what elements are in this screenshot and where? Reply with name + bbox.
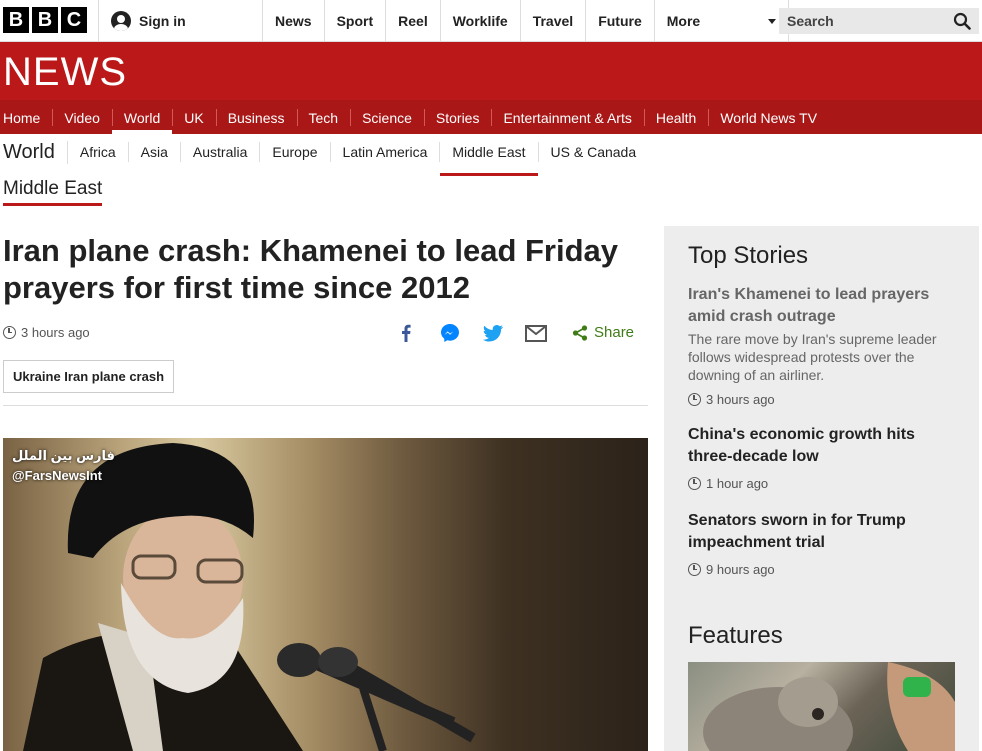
main-nav-science[interactable]: Science <box>350 101 424 134</box>
facebook-icon[interactable] <box>395 322 417 344</box>
section-nav-europe[interactable]: Europe <box>260 142 331 162</box>
story-time: 1 hour ago <box>706 476 769 491</box>
main-nav-stories[interactable]: Stories <box>423 101 492 134</box>
user-icon <box>111 11 131 31</box>
sidebar: Top Stories Iran's Khamenei to lead pray… <box>664 226 979 751</box>
news-banner: NEWS Home Video World UK Business Tech S… <box>0 42 982 134</box>
main-nav-business[interactable]: Business <box>215 101 297 134</box>
feature-image-illustration <box>703 662 955 751</box>
main-nav-tech[interactable]: Tech <box>296 101 351 134</box>
story-title[interactable]: Senators sworn in for Trump impeachment … <box>688 510 956 554</box>
story-time: 3 hours ago <box>706 392 775 407</box>
email-icon[interactable] <box>525 322 547 344</box>
story-summary: The rare move by Iran's supreme leader f… <box>688 331 937 383</box>
section-nav-middle-east[interactable]: Middle East <box>440 142 539 176</box>
section-label[interactable]: World <box>0 140 68 164</box>
main-nav-entertainment-arts[interactable]: Entertainment & Arts <box>491 101 643 134</box>
clock-icon <box>3 326 16 339</box>
top-nav-more[interactable]: More <box>653 0 789 42</box>
section-nav-latin-america[interactable]: Latin America <box>331 142 441 162</box>
story-timestamp: 1 hour ago <box>688 476 956 491</box>
top-nav: News Sport Reel Worklife Travel Future M… <box>262 0 789 42</box>
main-nav-world[interactable]: World <box>111 101 173 134</box>
section-nav-us-canada[interactable]: US & Canada <box>539 142 649 162</box>
top-nav-reel[interactable]: Reel <box>385 0 440 42</box>
search-placeholder: Search <box>787 13 834 29</box>
share-bar <box>395 322 547 344</box>
story-timestamp: 9 hours ago <box>688 562 956 577</box>
article-time: 3 hours ago <box>21 325 90 340</box>
top-story-item[interactable]: Senators sworn in for Trump impeachment … <box>688 510 956 577</box>
search-icon[interactable] <box>953 12 971 30</box>
top-story-item[interactable]: China's economic growth hits three-decad… <box>688 424 956 491</box>
clock-icon <box>688 563 701 576</box>
section-nav-asia[interactable]: Asia <box>129 142 181 162</box>
watermark-arabic: فارس بين الملل <box>12 448 115 463</box>
section-nav: World Africa Asia Australia Europe Latin… <box>0 134 649 176</box>
article-headline: Iran plane crash: Khamenei to lead Frida… <box>3 233 619 305</box>
image-watermark: فارس بين الملل @FarsNewsInt <box>12 446 115 486</box>
twitter-icon[interactable] <box>482 322 504 344</box>
sign-in-label: Sign in <box>139 13 186 29</box>
clock-icon <box>688 393 701 406</box>
story-title[interactable]: Iran's Khamenei to lead prayers amid cra… <box>688 284 956 328</box>
story-time: 9 hours ago <box>706 562 775 577</box>
top-nav-travel[interactable]: Travel <box>519 0 585 42</box>
clock-icon <box>688 477 701 490</box>
main-nav: Home Video World UK Business Tech Scienc… <box>0 100 982 134</box>
top-stories-heading: Top Stories <box>688 242 809 269</box>
search-input[interactable]: Search <box>779 8 979 34</box>
main-nav-world-news-tv[interactable]: World News TV <box>708 101 829 134</box>
news-logo[interactable]: NEWS <box>3 50 127 94</box>
section-nav-australia[interactable]: Australia <box>181 142 261 162</box>
share-button[interactable]: Share <box>572 324 634 341</box>
subsection-title[interactable]: Middle East <box>3 178 103 206</box>
top-nav-sport[interactable]: Sport <box>323 0 386 42</box>
main-nav-health[interactable]: Health <box>643 101 708 134</box>
watermark-handle: @FarsNewsInt <box>12 468 102 483</box>
bbc-top-bar: B B C Sign in News Sport Reel Worklife T… <box>0 0 982 42</box>
messenger-icon[interactable] <box>439 322 461 344</box>
top-nav-news[interactable]: News <box>262 0 324 42</box>
top-nav-worklife[interactable]: Worklife <box>439 0 520 42</box>
topic-tag[interactable]: Ukraine Iran plane crash <box>3 360 175 393</box>
story-title[interactable]: China's economic growth hits three-decad… <box>688 424 956 468</box>
article-timestamp: 3 hours ago <box>3 325 90 340</box>
top-nav-future[interactable]: Future <box>585 0 654 42</box>
article-image: فارس بين الملل @FarsNewsInt <box>3 438 648 751</box>
more-label: More <box>666 13 701 29</box>
main-nav-video[interactable]: Video <box>52 101 112 134</box>
main-nav-uk[interactable]: UK <box>172 101 215 134</box>
logo-letter: B <box>3 7 29 33</box>
logo-letter: B <box>32 7 58 33</box>
feature-image[interactable] <box>688 662 955 751</box>
sign-in-button[interactable]: Sign in <box>98 0 262 42</box>
story-timestamp: 3 hours ago <box>688 392 956 407</box>
section-nav-africa[interactable]: Africa <box>68 142 129 162</box>
share-label: Share <box>594 324 635 341</box>
main-nav-home[interactable]: Home <box>0 101 52 134</box>
features-heading: Features <box>688 622 783 649</box>
divider <box>3 405 648 406</box>
share-icon <box>572 324 588 341</box>
logo-letter: C <box>61 7 87 33</box>
top-story-item[interactable]: Iran's Khamenei to lead prayers amid cra… <box>688 284 956 407</box>
bbc-logo[interactable]: B B C <box>3 7 87 33</box>
chevron-down-icon <box>767 18 776 24</box>
